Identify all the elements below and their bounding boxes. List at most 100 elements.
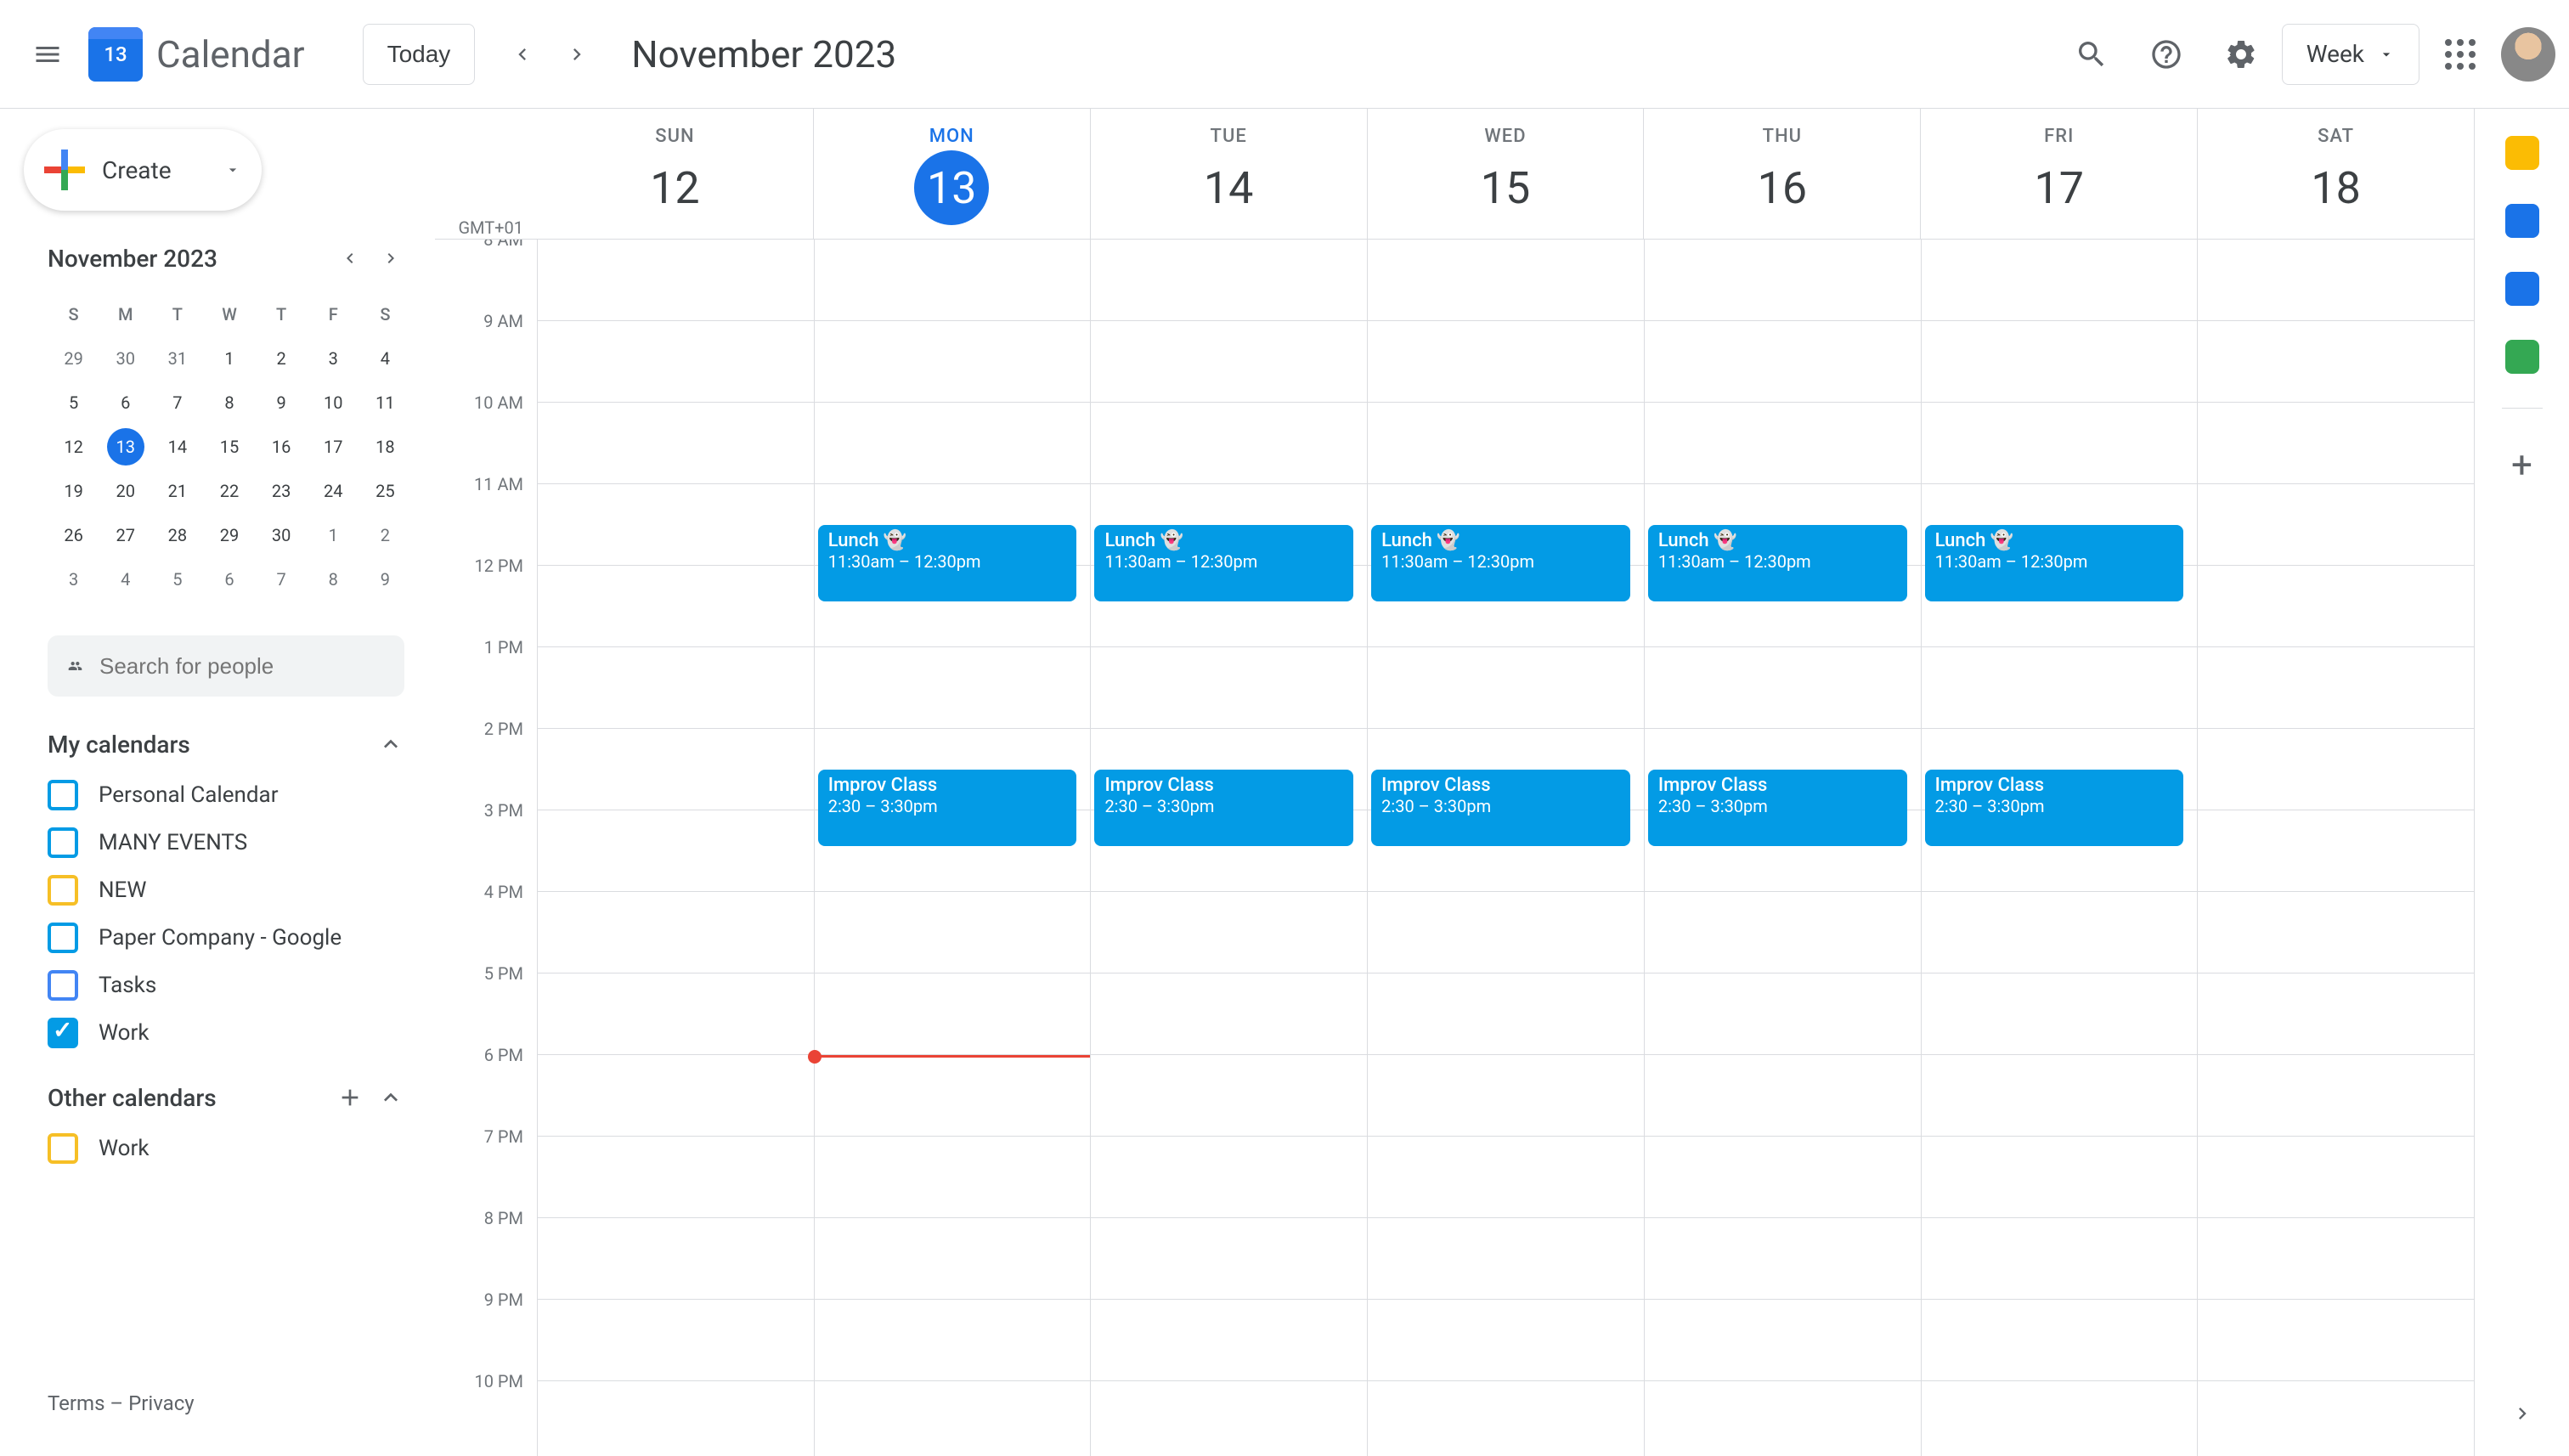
hour-cell[interactable] <box>815 1218 1091 1300</box>
hour-cell[interactable] <box>538 1300 814 1381</box>
prev-week-button[interactable] <box>495 27 550 82</box>
mini-day-cell[interactable]: 15 <box>203 425 255 469</box>
day-column[interactable]: Lunch 👻11:30am – 12:30pmImprov Class2:30… <box>1644 240 1921 1456</box>
calendar-event[interactable]: Lunch 👻11:30am – 12:30pm <box>1925 525 2184 601</box>
mini-day-cell[interactable]: 8 <box>308 557 359 601</box>
mini-day-cell[interactable]: 25 <box>359 469 411 513</box>
mini-day-cell[interactable]: 3 <box>308 336 359 381</box>
calendar-list-item[interactable]: Work <box>48 1009 404 1057</box>
hour-cell[interactable] <box>2198 1137 2474 1218</box>
hour-cell[interactable] <box>2198 484 2474 566</box>
mini-day-cell[interactable]: 14 <box>151 425 203 469</box>
mini-day-cell[interactable]: 23 <box>256 469 308 513</box>
calendar-event[interactable]: Improv Class2:30 – 3:30pm <box>1925 770 2184 846</box>
hour-cell[interactable] <box>1368 1137 1644 1218</box>
hour-cell[interactable] <box>2198 240 2474 321</box>
day-number[interactable]: 16 <box>1745 150 1820 225</box>
hour-cell[interactable] <box>1645 1137 1921 1218</box>
mini-day-cell[interactable]: 1 <box>203 336 255 381</box>
day-column[interactable]: Lunch 👻11:30am – 12:30pmImprov Class2:30… <box>1090 240 1367 1456</box>
calendar-list-item[interactable]: Paper Company - Google <box>48 914 404 962</box>
day-number[interactable]: 14 <box>1191 150 1266 225</box>
mini-day-cell[interactable]: 5 <box>151 557 203 601</box>
hour-cell[interactable] <box>815 1137 1091 1218</box>
mini-day-cell[interactable]: 6 <box>203 557 255 601</box>
mini-day-cell[interactable]: 27 <box>99 513 151 557</box>
mini-day-cell[interactable]: 18 <box>359 425 411 469</box>
search-people-input[interactable] <box>99 653 384 680</box>
hour-cell[interactable] <box>538 729 814 810</box>
hour-cell[interactable] <box>1645 973 1921 1055</box>
mini-day-cell[interactable]: 9 <box>256 381 308 425</box>
mini-day-cell[interactable]: 4 <box>99 557 151 601</box>
hour-cell[interactable] <box>1645 647 1921 729</box>
mini-day-cell[interactable]: 30 <box>99 336 151 381</box>
day-header[interactable]: FRI17 <box>1920 109 2197 239</box>
settings-button[interactable] <box>2207 20 2275 88</box>
mini-day-cell[interactable]: 2 <box>256 336 308 381</box>
hour-cell[interactable] <box>1922 973 2198 1055</box>
hour-cell[interactable] <box>1645 403 1921 484</box>
hour-cell[interactable] <box>1091 1218 1367 1300</box>
calendar-list-item[interactable]: MANY EVENTS <box>48 819 404 866</box>
hide-panel-button[interactable] <box>2510 1402 2534 1429</box>
other-calendars-toggle[interactable]: Other calendars <box>48 1070 404 1125</box>
hour-cell[interactable] <box>538 1055 814 1137</box>
mini-calendar-title[interactable]: November 2023 <box>48 245 217 273</box>
hour-cell[interactable] <box>1091 1055 1367 1137</box>
hour-cell[interactable] <box>1091 892 1367 973</box>
keep-icon[interactable] <box>2505 136 2539 170</box>
next-week-button[interactable] <box>550 27 604 82</box>
hour-cell[interactable] <box>1091 973 1367 1055</box>
day-header[interactable]: SUN12 <box>537 109 813 239</box>
calendar-checkbox[interactable] <box>48 827 78 858</box>
hour-cell[interactable] <box>2198 566 2474 647</box>
hour-cell[interactable] <box>815 892 1091 973</box>
calendar-list-item[interactable]: Tasks <box>48 962 404 1009</box>
hour-cell[interactable] <box>538 647 814 729</box>
hour-cell[interactable] <box>815 403 1091 484</box>
mini-day-cell[interactable]: 17 <box>308 425 359 469</box>
hour-cell[interactable] <box>1645 892 1921 973</box>
calendar-checkbox[interactable] <box>48 970 78 1001</box>
maps-icon[interactable] <box>2505 340 2539 374</box>
mini-day-cell[interactable]: 22 <box>203 469 255 513</box>
hour-cell[interactable] <box>1368 321 1644 403</box>
hour-cell[interactable] <box>538 1381 814 1456</box>
mini-day-cell[interactable]: 8 <box>203 381 255 425</box>
hour-cell[interactable] <box>1368 1218 1644 1300</box>
hour-cell[interactable] <box>538 892 814 973</box>
main-menu-button[interactable] <box>14 20 82 88</box>
hour-cell[interactable] <box>2198 729 2474 810</box>
calendar-event[interactable]: Lunch 👻11:30am – 12:30pm <box>1648 525 1907 601</box>
mini-day-cell[interactable]: 3 <box>48 557 99 601</box>
hour-cell[interactable] <box>2198 810 2474 892</box>
day-number[interactable]: 17 <box>2022 150 2097 225</box>
day-number[interactable]: 15 <box>1468 150 1543 225</box>
mini-day-cell[interactable]: 4 <box>359 336 411 381</box>
hour-cell[interactable] <box>538 1218 814 1300</box>
hour-cell[interactable] <box>538 973 814 1055</box>
account-avatar[interactable] <box>2501 27 2555 82</box>
day-column[interactable]: Lunch 👻11:30am – 12:30pm Improv Class2:30… <box>1921 240 2198 1456</box>
hour-cell[interactable] <box>815 1300 1091 1381</box>
mini-day-cell[interactable]: 11 <box>359 381 411 425</box>
hour-cell[interactable] <box>815 321 1091 403</box>
day-header[interactable]: TUE14 <box>1090 109 1367 239</box>
mini-prev-month[interactable] <box>330 238 370 279</box>
hour-cell[interactable] <box>1091 240 1367 321</box>
hour-cell[interactable] <box>538 403 814 484</box>
hour-cell[interactable] <box>1922 1055 2198 1137</box>
mini-day-cell[interactable]: 1 <box>308 513 359 557</box>
mini-day-cell[interactable]: 6 <box>99 381 151 425</box>
hour-cell[interactable] <box>1091 321 1367 403</box>
hour-cell[interactable] <box>538 566 814 647</box>
hour-cell[interactable] <box>1922 1300 2198 1381</box>
calendar-checkbox[interactable] <box>48 780 78 810</box>
logo[interactable]: Calendar <box>88 27 305 82</box>
mini-day-cell[interactable]: 16 <box>256 425 308 469</box>
hour-cell[interactable] <box>538 1137 814 1218</box>
day-header[interactable]: SAT18 <box>2197 109 2474 239</box>
contacts-icon[interactable] <box>2505 272 2539 306</box>
mini-day-cell[interactable]: 21 <box>151 469 203 513</box>
